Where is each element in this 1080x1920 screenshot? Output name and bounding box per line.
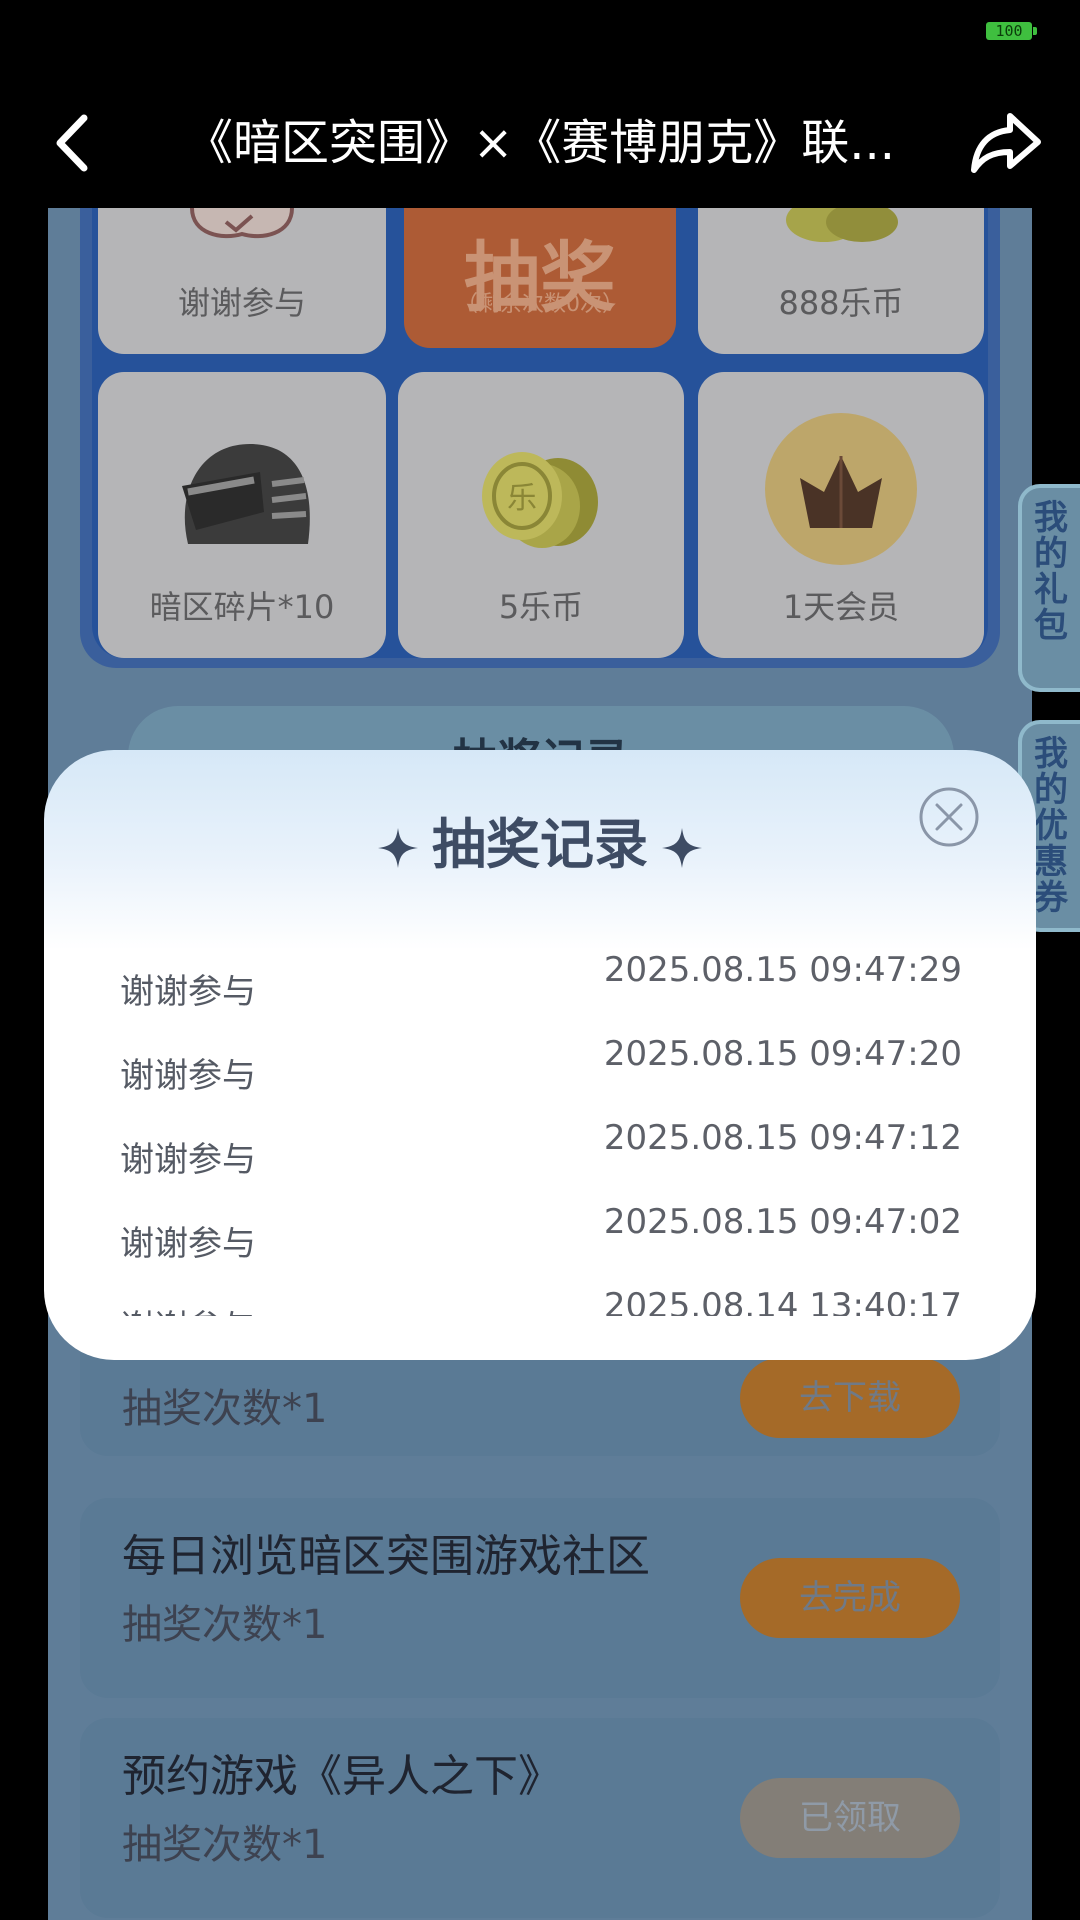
draw-button[interactable]: 抽奖 （剩余次数0次）: [404, 208, 676, 348]
prize-label: 1天会员: [782, 588, 900, 626]
record-row: 谢谢参与 2025.08.15 09:47:20: [120, 1034, 962, 1096]
nav-bar: 《暗区突围》×《赛博朋克》联...: [0, 80, 1080, 208]
envelope-icon: [190, 208, 294, 239]
record-time: 2025.08.15 09:47:02: [603, 1202, 962, 1242]
prize-cell-888-coins: 888乐币: [698, 208, 984, 354]
helmet-icon: [182, 444, 310, 544]
crown-icon: [765, 413, 917, 565]
prize-cell-thanks: 谢谢参与: [98, 208, 386, 354]
go-download-button[interactable]: 去下载: [740, 1358, 960, 1438]
modal-title: 抽奖记录: [432, 813, 648, 876]
record-row: 谢谢参与 2025.08.15 09:47:29: [120, 950, 962, 1012]
prize-label: 5乐币: [498, 588, 584, 626]
record-time: 2025.08.15 09:47:20: [603, 1034, 962, 1074]
coins-icon: 乐: [482, 452, 598, 548]
prize-cell-5-coins: 乐 5乐币: [398, 372, 684, 658]
prize-label: 谢谢参与: [177, 284, 306, 322]
task-reward: 抽奖次数*1: [122, 1822, 328, 1868]
prize-cell-member: 1天会员: [698, 372, 984, 658]
status-bar: 100: [0, 0, 1080, 80]
task-title: 每日浏览暗区突围游戏社区: [122, 1531, 650, 1582]
task-item: 每日浏览暗区突围游戏社区 抽奖次数*1 去完成: [80, 1498, 1000, 1698]
my-gift-tab-label: 我的礼包: [1034, 498, 1068, 646]
record-time: 2025.08.14 13:40:17: [603, 1286, 962, 1316]
page-title: 《暗区突围》×《赛博朋克》联...: [185, 115, 895, 171]
sparkle-icon: [378, 828, 418, 869]
record-time: 2025.08.15 09:47:29: [603, 950, 962, 990]
prize-cell-fragments: 暗区碎片*10: [98, 372, 386, 658]
record-prize: 谢谢参与: [120, 1140, 256, 1180]
record-row: 谢谢参与 2025.08.15 09:47:12: [120, 1118, 962, 1180]
prize-label: 暗区碎片*10: [149, 588, 335, 626]
modal-title-row: 抽奖记录: [44, 800, 1036, 879]
back-icon[interactable]: [44, 108, 104, 178]
record-row: 谢谢参与 2025.08.14 13:40:17: [120, 1286, 962, 1316]
share-icon[interactable]: [968, 104, 1044, 180]
my-gift-tab[interactable]: 我的礼包: [1018, 484, 1080, 692]
task-reward: 抽奖次数*1: [122, 1602, 328, 1648]
close-icon[interactable]: [918, 786, 980, 848]
record-rows-more: 谢谢参与 2025.08.15 09:47:20 谢谢参与 2025.08.15…: [120, 1034, 962, 1316]
go-complete-button[interactable]: 去完成: [740, 1558, 960, 1638]
record-prize: 谢谢参与: [120, 972, 256, 1012]
task-item: 预约游戏《异人之下》 抽奖次数*1 已领取: [80, 1718, 1000, 1918]
my-coupon-tab-label: 我的优惠券: [1034, 734, 1068, 918]
svg-text:乐: 乐: [507, 481, 537, 516]
task-reward: 抽奖次数*1: [122, 1386, 328, 1432]
task-title: 预约游戏《异人之下》: [122, 1751, 562, 1802]
sparkle-icon: [662, 828, 702, 869]
battery-icon: 100: [986, 22, 1037, 40]
record-prize: 谢谢参与: [120, 1056, 256, 1096]
record-prize: 谢谢参与: [120, 1224, 256, 1264]
record-time: 2025.08.15 09:47:12: [603, 1118, 962, 1158]
coins-icon: [786, 208, 898, 242]
record-prize: 谢谢参与: [120, 1300, 256, 1316]
prize-label: 888乐币: [778, 284, 904, 322]
draw-remaining-count: （剩余次数0次）: [456, 292, 624, 317]
record-row: 谢谢参与 2025.08.15 09:47:02: [120, 1202, 962, 1264]
claimed-button[interactable]: 已领取: [740, 1778, 960, 1858]
draw-record-modal: 抽奖记录 谢谢参与 2025.08.15 09:47:29 谢谢参与 2025.…: [44, 750, 1036, 1360]
